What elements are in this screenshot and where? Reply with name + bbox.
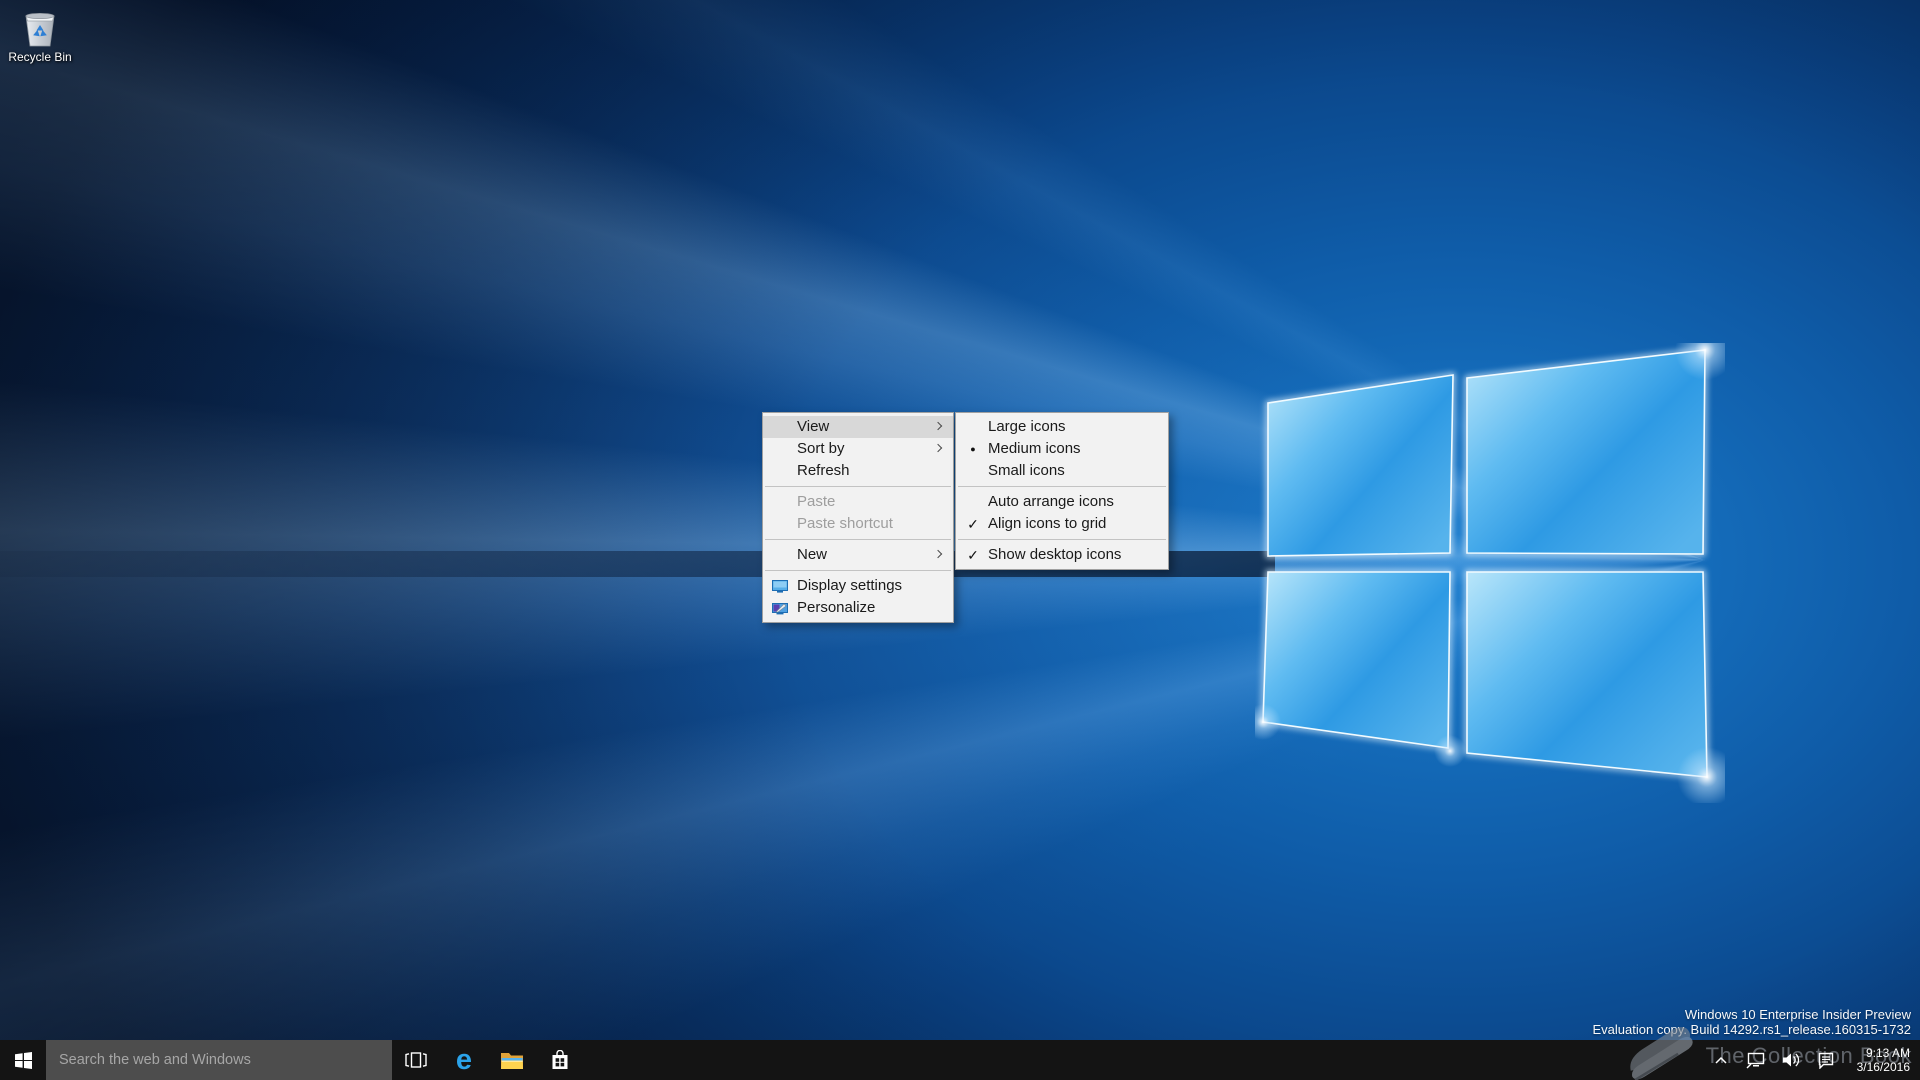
recycle-bin-icon — [25, 13, 55, 47]
menu-item-label: Show desktop icons — [988, 546, 1122, 563]
show-hidden-icons-button[interactable] — [1708, 1040, 1734, 1080]
checkmark-icon: ✓ — [967, 516, 979, 532]
menu-item-view[interactable]: View — [763, 416, 953, 438]
windows-start-icon — [14, 1051, 32, 1069]
view-submenu: Large icons ● Medium icons Small icons A… — [955, 412, 1169, 570]
network-tray-button[interactable] — [1743, 1040, 1769, 1080]
menu-separator — [765, 539, 951, 540]
menu-item-label: Align icons to grid — [988, 515, 1107, 532]
menu-item-label: Auto arrange icons — [988, 493, 1114, 510]
edge-icon: e — [455, 1043, 473, 1076]
submenu-item-show-desktop-icons[interactable]: ✓ Show desktop icons — [956, 544, 1168, 566]
task-view-icon — [405, 1052, 427, 1068]
edge-browser-button[interactable]: e — [440, 1040, 488, 1080]
menu-item-refresh[interactable]: Refresh — [763, 460, 953, 482]
menu-item-sort-by[interactable]: Sort by — [763, 438, 953, 460]
menu-item-label: New — [797, 546, 828, 563]
action-center-icon — [1818, 1052, 1834, 1069]
menu-item-label: Display settings — [797, 577, 903, 594]
store-icon — [552, 1050, 568, 1069]
insider-watermark: Windows 10 Enterprise Insider Preview Ev… — [1593, 1007, 1912, 1037]
file-explorer-button[interactable] — [488, 1040, 536, 1080]
menu-separator — [765, 486, 951, 487]
submenu-item-medium-icons[interactable]: ● Medium icons — [956, 438, 1168, 460]
taskbar-search-box[interactable] — [46, 1040, 392, 1080]
submenu-arrow-icon — [933, 549, 943, 559]
radio-selected-icon: ● — [970, 444, 976, 454]
menu-item-label: Medium icons — [988, 440, 1081, 457]
volume-tray-button[interactable] — [1778, 1040, 1804, 1080]
menu-item-label: Refresh — [797, 462, 850, 479]
checkmark-icon: ✓ — [967, 547, 979, 563]
menu-separator — [765, 570, 951, 571]
taskbar-empty-area — [584, 1040, 1708, 1080]
menu-separator — [958, 539, 1166, 540]
submenu-item-align-icons-to-grid[interactable]: ✓ Align icons to grid — [956, 513, 1168, 535]
menu-item-label: Large icons — [988, 418, 1066, 435]
personalize-icon — [772, 603, 788, 615]
desktop[interactable]: Recycle Bin Windows 10 Enterprise Inside… — [0, 0, 1920, 1080]
submenu-item-small-icons[interactable]: Small icons — [956, 460, 1168, 482]
taskbar: e — [0, 1027, 1920, 1080]
menu-separator — [958, 486, 1166, 487]
submenu-arrow-icon — [933, 421, 943, 431]
network-icon — [1746, 1052, 1765, 1068]
watermark-line2: Evaluation copy. Build 14292.rs1_release… — [1592, 1022, 1912, 1037]
task-view-button[interactable] — [392, 1040, 440, 1080]
menu-item-new[interactable]: New — [763, 544, 953, 566]
clock-date: 3/16/2016 — [1856, 1060, 1910, 1074]
windows-logo-wallpaper — [1255, 343, 1725, 803]
submenu-item-large-icons[interactable]: Large icons — [956, 416, 1168, 438]
menu-item-label: View — [797, 418, 830, 435]
action-center-button[interactable] — [1813, 1040, 1839, 1080]
menu-item-label: Personalize — [797, 599, 876, 616]
watermark-line1: Windows 10 Enterprise Insider Preview — [1684, 1007, 1911, 1022]
chevron-up-icon — [1715, 1056, 1727, 1064]
menu-item-personalize[interactable]: Personalize — [763, 597, 953, 619]
desktop-context-menu: View Sort by Refresh Paste Paste shortcu… — [762, 412, 954, 623]
menu-item-display-settings[interactable]: Display settings — [763, 575, 953, 597]
clock-time: 9:13 AM — [1865, 1046, 1910, 1060]
menu-item-label: Paste shortcut — [797, 515, 893, 532]
speaker-icon — [1782, 1053, 1799, 1067]
menu-item-paste: Paste — [763, 491, 953, 513]
taskbar-clock[interactable]: 9:13 AM 3/16/2016 — [1848, 1046, 1912, 1074]
menu-item-label: Sort by — [797, 440, 845, 457]
menu-item-paste-shortcut: Paste shortcut — [763, 513, 953, 535]
system-tray: 9:13 AM 3/16/2016 — [1708, 1040, 1920, 1080]
menu-item-label: Paste — [797, 493, 836, 510]
display-settings-icon — [772, 580, 788, 593]
menu-item-label: Small icons — [988, 462, 1065, 479]
start-button[interactable] — [0, 1040, 46, 1080]
desktop-icon-recycle-bin[interactable]: Recycle Bin — [6, 8, 74, 64]
submenu-arrow-icon — [933, 443, 943, 453]
search-input[interactable] — [46, 1040, 392, 1080]
submenu-item-auto-arrange-icons[interactable]: Auto arrange icons — [956, 491, 1168, 513]
desktop-icon-label: Recycle Bin — [8, 50, 72, 64]
file-explorer-icon — [501, 1052, 523, 1069]
store-button[interactable] — [536, 1040, 584, 1080]
